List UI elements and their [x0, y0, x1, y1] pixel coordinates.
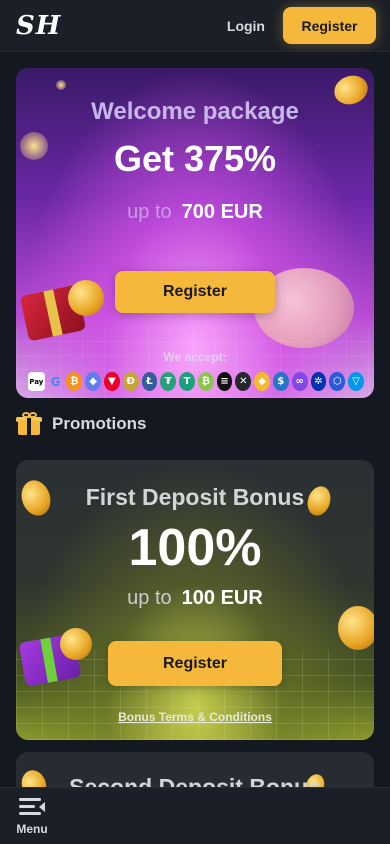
up-to-label: up to [127, 201, 172, 223]
binance-icon: ◆ [254, 372, 270, 391]
payment-methods-row: Pay G ₿ ◆ ▼ Đ Ł ₮ T ₿ ≡ ✕ ◆ $ ∞ ✲ ⬡ ▽ [28, 372, 364, 391]
chainlink-icon: ⬡ [329, 372, 346, 391]
first-deposit-headline: 100% [128, 519, 262, 577]
litecoin-icon: Ł [141, 372, 158, 391]
ethereum-icon: ◆ [85, 372, 101, 391]
toncoin-icon: ▽ [348, 372, 364, 391]
welcome-headline: Get 375% [113, 138, 277, 179]
first-deposit-amount: 100 EUR [181, 587, 263, 609]
site-logo[interactable]: SH [16, 11, 61, 41]
bonus-terms-link[interactable]: Bonus Terms & Conditions [16, 710, 374, 724]
we-accept-label: We accept: [163, 350, 227, 364]
welcome-package-banner[interactable]: Welcome package Get 375% up to 700 EUR Re… [16, 68, 374, 398]
gift-icon [16, 412, 42, 436]
welcome-amount: 700 EUR [181, 201, 263, 223]
solana-icon: ≡ [216, 372, 233, 391]
header-register-button[interactable]: Register [283, 7, 376, 44]
welcome-title: Welcome package [91, 98, 299, 125]
promotions-heading: Promotions [16, 412, 146, 436]
first-deposit-register-button[interactable]: Register [108, 641, 282, 686]
dogecoin-icon: Đ [122, 372, 139, 391]
bottom-navigation: Menu [0, 787, 390, 844]
cardano-icon: ✲ [310, 372, 327, 391]
first-deposit-amount-line: up to 100 EUR [16, 587, 374, 610]
coin-decoration [60, 628, 92, 660]
xrp-icon: ✕ [235, 372, 252, 391]
welcome-register-button[interactable]: Register [115, 271, 275, 313]
polygon-icon: ∞ [291, 372, 308, 391]
header-actions: Login Register [227, 7, 376, 44]
welcome-amount-line: up to 700 EUR [16, 201, 374, 224]
usdc-icon: $ [273, 372, 289, 391]
tron-icon: ▼ [103, 372, 120, 391]
coin-decoration [338, 606, 374, 650]
apple-pay-icon: Pay [28, 372, 45, 391]
sparkle-decoration [56, 80, 66, 90]
bitcoin-icon: ₿ [66, 372, 83, 391]
google-pay-icon: G [50, 374, 61, 389]
coin-decoration [68, 280, 104, 316]
menu-label: Menu [16, 822, 48, 836]
bitcoin-cash-icon: ₿ [197, 372, 214, 391]
first-deposit-bonus-card[interactable]: First Deposit Bonus 100% up to 100 EUR Re… [16, 460, 374, 740]
up-to-label: up to [127, 587, 172, 609]
first-deposit-title: First Deposit Bonus [85, 484, 305, 510]
tether-usdt-icon: T [179, 372, 195, 391]
tether-icon: ₮ [160, 372, 177, 391]
promotions-title: Promotions [52, 414, 147, 433]
top-header: SH Login Register [0, 0, 390, 52]
login-button[interactable]: Login [227, 18, 265, 34]
menu-button[interactable]: Menu [12, 796, 52, 840]
menu-icon [19, 798, 45, 818]
